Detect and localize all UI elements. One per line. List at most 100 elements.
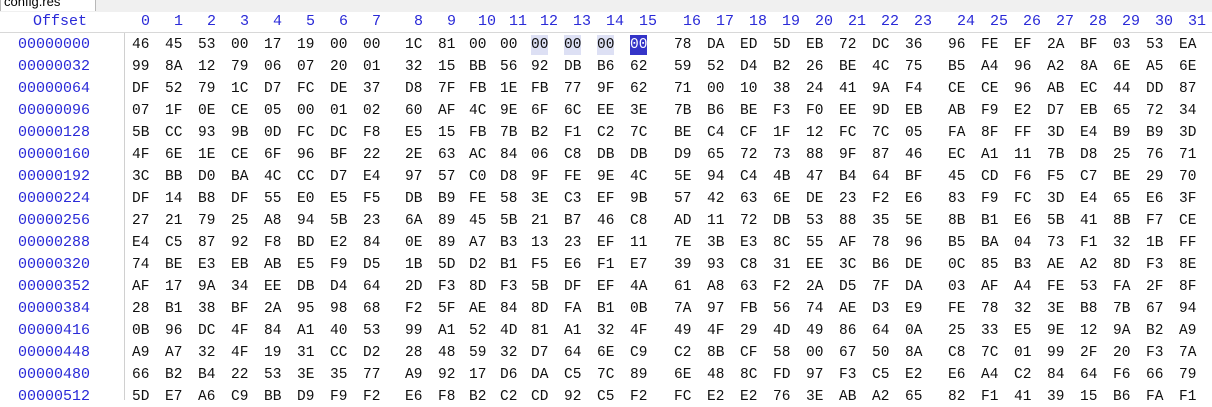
hex-byte[interactable]: 49 (806, 321, 823, 341)
hex-byte[interactable]: 17 (165, 277, 182, 297)
hex-byte[interactable]: B9 (1146, 123, 1163, 143)
hex-byte[interactable]: FB (469, 123, 486, 143)
hex-byte[interactable]: 32 (597, 321, 614, 341)
hex-byte[interactable]: DE (806, 189, 823, 209)
hex-byte[interactable]: A1 (297, 321, 314, 341)
hex-byte[interactable]: C8 (564, 145, 581, 165)
hex-byte[interactable]: F3 (1146, 255, 1163, 275)
hex-byte[interactable]: B9 (1113, 123, 1130, 143)
hex-byte[interactable]: D6 (500, 365, 517, 385)
hex-byte[interactable]: 5E (905, 211, 922, 231)
hex-byte[interactable]: 6F (264, 145, 281, 165)
hex-byte[interactable]: 2F (1080, 343, 1097, 363)
hex-byte[interactable]: 6C (564, 101, 581, 121)
hex-byte[interactable]: 06 (264, 57, 281, 77)
hex-byte[interactable]: DE (905, 255, 922, 275)
hex-byte[interactable]: 56 (773, 299, 790, 319)
hex-byte[interactable]: FE (564, 167, 581, 187)
hex-byte[interactable]: CC (330, 343, 347, 363)
hex-byte[interactable]: 11 (1014, 145, 1031, 165)
hex-byte[interactable]: FD (773, 365, 790, 385)
hex-byte[interactable]: C4 (707, 123, 724, 143)
hex-byte[interactable]: D5 (363, 255, 380, 275)
hex-byte[interactable]: 27 (132, 211, 149, 231)
hex-byte[interactable]: 03 (1113, 35, 1130, 55)
hex-byte[interactable]: FE (469, 189, 486, 209)
hex-byte[interactable]: BF (330, 145, 347, 165)
hex-byte[interactable]: 6E (1113, 57, 1130, 77)
hex-byte[interactable]: BF (905, 167, 922, 187)
hex-byte[interactable]: 12 (1080, 321, 1097, 341)
tab-config-res[interactable]: config.res (0, 0, 96, 11)
hex-byte[interactable]: 28 (132, 299, 149, 319)
hex-byte[interactable]: 7F (438, 79, 455, 99)
hex-byte[interactable]: 48 (438, 343, 455, 363)
hex-byte[interactable]: B1 (981, 211, 998, 231)
hex-byte[interactable]: B6 (872, 255, 889, 275)
hex-byte[interactable]: 79 (1179, 365, 1196, 385)
hex-byte[interactable]: F8 (363, 123, 380, 143)
hex-byte[interactable]: 73 (773, 145, 790, 165)
hex-byte[interactable]: 58 (500, 189, 517, 209)
hex-byte[interactable]: 7C (597, 365, 614, 385)
hex-byte[interactable]: 71 (674, 79, 691, 99)
hex-byte[interactable]: B4 (198, 365, 215, 385)
hex-byte[interactable]: 3D (1047, 189, 1064, 209)
hex-byte[interactable]: F5 (1047, 167, 1064, 187)
hex-byte[interactable]: 4A (630, 277, 647, 297)
hex-byte[interactable]: CF (740, 343, 757, 363)
hex-byte[interactable]: C0 (469, 167, 486, 187)
hex-byte[interactable]: B7 (564, 211, 581, 231)
hex-byte[interactable]: 96 (297, 145, 314, 165)
hex-byte[interactable]: A4 (1014, 277, 1031, 297)
hex-byte[interactable]: FA (948, 123, 965, 143)
hex-byte[interactable]: EE (264, 277, 281, 297)
hex-byte[interactable]: 23 (564, 233, 581, 253)
hex-byte[interactable]: 41 (1080, 211, 1097, 231)
hex-byte[interactable]: 65 (1113, 101, 1130, 121)
hex-byte[interactable]: 32 (198, 343, 215, 363)
hex-byte[interactable]: 56 (500, 57, 517, 77)
hex-byte[interactable]: B1 (597, 299, 614, 319)
hex-byte[interactable]: DB (630, 145, 647, 165)
hex-byte[interactable]: 01 (330, 101, 347, 121)
hex-byte[interactable]: EB (905, 101, 922, 121)
hex-byte[interactable]: 94 (297, 211, 314, 231)
hex-byte[interactable]: D2 (469, 255, 486, 275)
hex-byte[interactable]: EF (597, 189, 614, 209)
hex-byte[interactable]: 99 (1047, 343, 1064, 363)
hex-byte[interactable]: 64 (564, 343, 581, 363)
hex-byte[interactable]: 92 (231, 233, 248, 253)
hex-byte[interactable]: 75 (905, 57, 922, 77)
hex-byte[interactable]: FC (674, 387, 691, 407)
hex-byte[interactable]: BE (1113, 167, 1130, 187)
hex-byte[interactable]: CD (531, 387, 548, 407)
hex-byte[interactable]: 84 (264, 321, 281, 341)
hex-byte[interactable]: 5B (500, 211, 517, 231)
hex-byte[interactable]: 79 (231, 57, 248, 77)
hex-byte[interactable]: FC (297, 79, 314, 99)
hex-byte[interactable]: B3 (1014, 255, 1031, 275)
hex-byte[interactable]: DB (405, 189, 422, 209)
hex-byte[interactable]: 5E (674, 167, 691, 187)
hex-byte[interactable]: EC (948, 145, 965, 165)
hex-byte-selected[interactable]: 00 (597, 35, 615, 55)
hex-byte[interactable]: 95 (297, 299, 314, 319)
hex-byte[interactable]: F3 (438, 277, 455, 297)
hex-byte[interactable]: 64 (1080, 365, 1097, 385)
hex-byte[interactable]: 22 (231, 365, 248, 385)
hex-byte[interactable]: 78 (872, 233, 889, 253)
hex-byte[interactable]: 00 (363, 35, 380, 55)
hex-byte[interactable]: A6 (198, 387, 215, 407)
hex-byte[interactable]: 61 (674, 277, 691, 297)
hex-byte[interactable]: F5 (363, 189, 380, 209)
hex-byte[interactable]: D7 (1047, 101, 1064, 121)
hex-byte[interactable]: EE (806, 255, 823, 275)
hex-byte[interactable]: AB (264, 255, 281, 275)
hex-byte[interactable]: 5D (132, 387, 149, 407)
hex-byte[interactable]: 93 (198, 123, 215, 143)
hex-byte[interactable]: 25 (231, 211, 248, 231)
hex-byte[interactable]: 8F (981, 123, 998, 143)
hex-byte[interactable]: CE (231, 145, 248, 165)
hex-byte[interactable]: 6E (773, 189, 790, 209)
